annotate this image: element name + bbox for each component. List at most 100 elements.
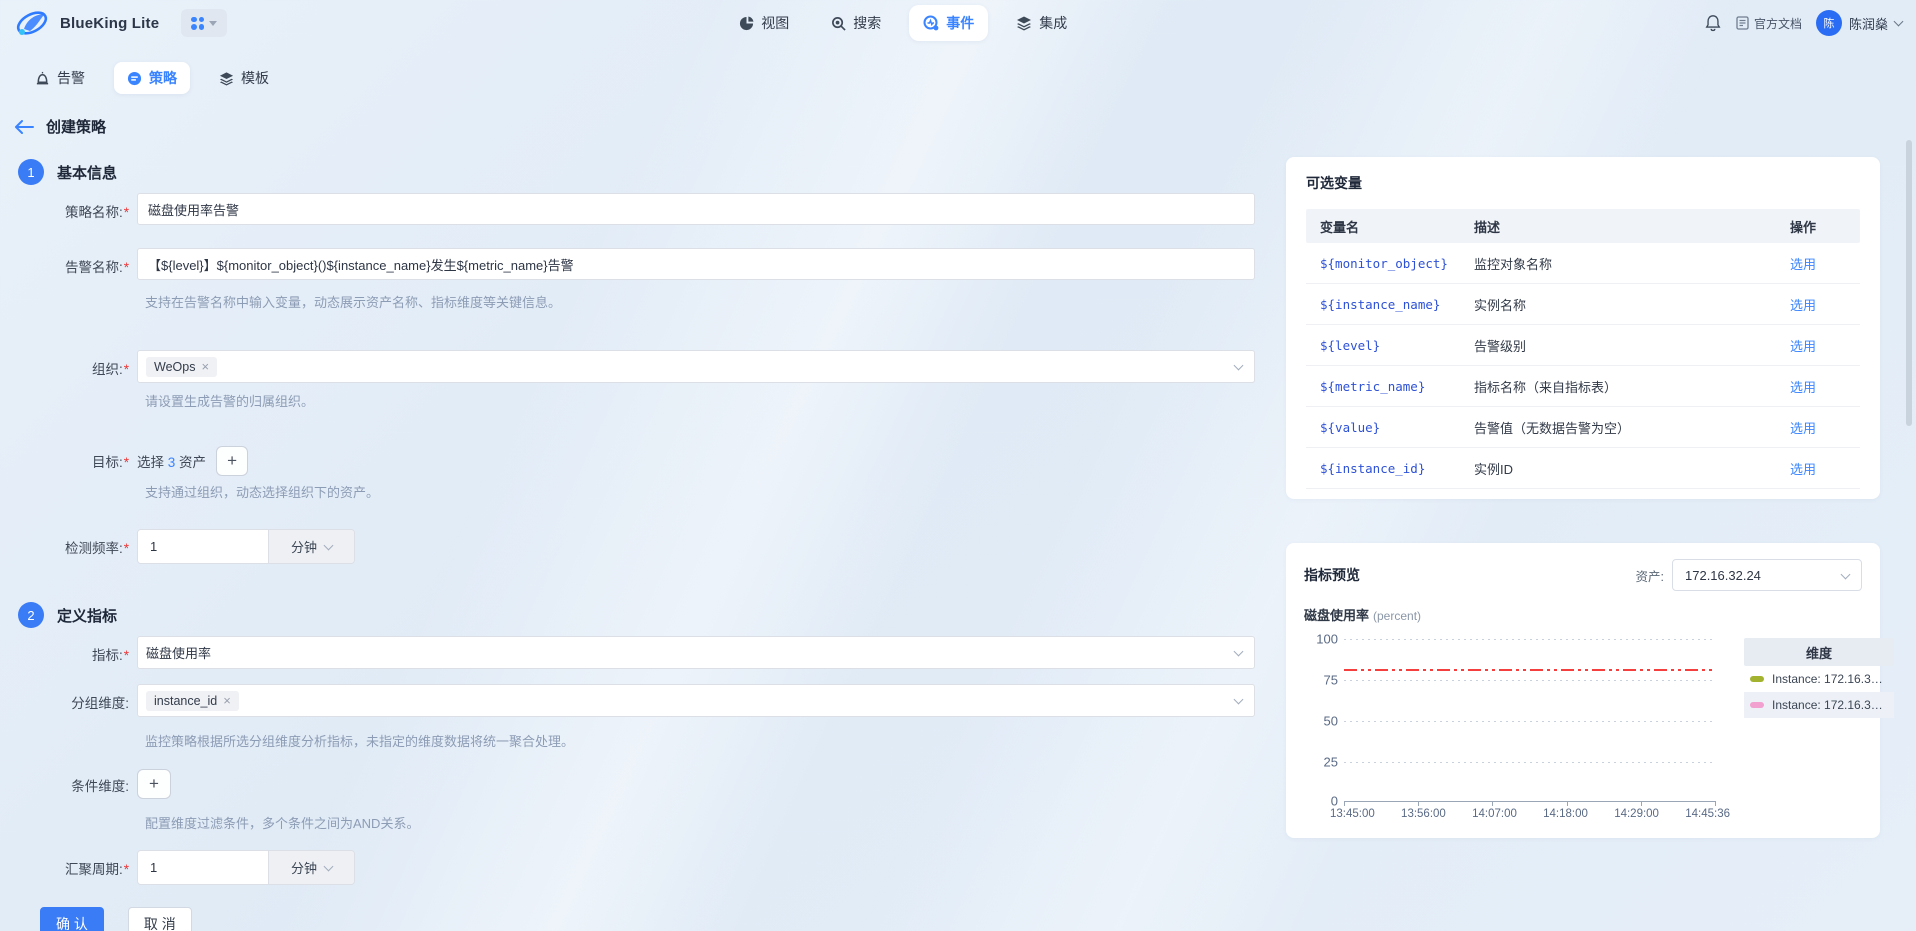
organization-select[interactable]: WeOps × <box>137 350 1255 383</box>
section-title: 定义指标 <box>57 607 118 625</box>
page-scrollbar[interactable] <box>1906 140 1912 426</box>
legend-swatch-pink <box>1750 702 1764 708</box>
use-variable-link[interactable]: 选用 <box>1790 298 1816 313</box>
right-column: 可选变量 变量名 描述 操作 ${monitor_object} 监控对象名称 … <box>1286 157 1894 838</box>
blueking-logo-icon <box>14 7 50 39</box>
group-dimension-select[interactable]: instance_id × <box>137 684 1255 717</box>
plot-area <box>1344 638 1716 806</box>
metric-select[interactable]: 磁盘使用率 <box>137 636 1255 669</box>
field-alert-name: 告警名称:* <box>0 248 1286 280</box>
field-label: 指标:* <box>91 648 129 663</box>
document-icon <box>1736 16 1749 30</box>
app-switcher-button[interactable] <box>181 9 228 37</box>
use-variable-link[interactable]: 选用 <box>1790 421 1816 436</box>
step-number-badge: 1 <box>18 159 44 185</box>
target-summary: 选择 3 资产 <box>137 455 207 470</box>
alert-name-input[interactable] <box>137 248 1255 280</box>
official-docs-link[interactable]: 官方文档 <box>1736 15 1802 32</box>
required-mark: * <box>123 260 129 275</box>
required-mark: * <box>123 648 129 663</box>
confirm-button[interactable]: 确 认 <box>40 907 104 931</box>
frequency-control: 分钟 <box>137 529 355 564</box>
tab-template[interactable]: 模板 <box>206 62 282 94</box>
legend-item[interactable]: Instance: 172.16.32.... <box>1744 692 1894 718</box>
layers-icon <box>219 71 234 86</box>
field-label: 告警名称:* <box>64 260 129 275</box>
variable-row: ${instance_id} 实例ID 选用 <box>1306 448 1860 489</box>
strategy-icon <box>127 71 142 86</box>
x-tick-label: 13:45:00 <box>1330 808 1375 820</box>
variable-name: ${instance_name} <box>1320 296 1441 312</box>
nav-item-label: 事件 <box>946 15 975 31</box>
y-tick-label: 75 <box>1323 672 1338 688</box>
tab-alerts[interactable]: 告警 <box>22 62 98 94</box>
variables-panel-title: 可选变量 <box>1306 175 1362 191</box>
cancel-button[interactable]: 取 消 <box>127 907 192 931</box>
y-axis: 100 75 50 25 0 <box>1304 632 1344 809</box>
avatar: 陈 <box>1815 10 1842 36</box>
frequency-input[interactable] <box>138 530 268 563</box>
apps-grid-icon <box>191 16 205 30</box>
add-condition-button[interactable]: + <box>137 769 171 799</box>
field-condition-dimension: 条件维度: + <box>0 769 1286 799</box>
use-variable-link[interactable]: 选用 <box>1790 339 1816 354</box>
field-group-dimension: 分组维度: instance_id × <box>0 684 1286 717</box>
notification-bell-icon[interactable] <box>1704 14 1722 32</box>
y-tick-label: 50 <box>1323 713 1338 729</box>
y-tick-label: 0 <box>1330 793 1338 809</box>
x-tick-label: 14:07:00 <box>1472 808 1517 820</box>
metric-chart: 100 75 50 25 0 13:45:00 13:56:00 14:07:0… <box>1304 632 1894 820</box>
use-variable-link[interactable]: 选用 <box>1790 462 1816 477</box>
variable-row: ${level} 告警级别 选用 <box>1306 325 1860 366</box>
search-icon <box>831 16 846 31</box>
variable-name: ${level} <box>1320 337 1381 353</box>
variable-desc: 告警级别 <box>1474 338 1527 354</box>
alert-name-help: 支持在告警名称中输入变量，动态展示资产名称、指标维度等关键信息。 <box>145 295 562 310</box>
column-header-action: 操作 <box>1790 219 1817 235</box>
remove-tag-icon[interactable]: × <box>223 694 231 707</box>
variable-name: ${metric_name} <box>1320 378 1426 394</box>
asset-select[interactable]: 172.16.32.24 <box>1672 559 1862 591</box>
chart-legend: 维度 Instance: 172.16.32.... Instance: 172… <box>1744 638 1894 820</box>
nav-item-event[interactable]: 事件 <box>909 5 989 41</box>
variables-table: 变量名 描述 操作 ${monitor_object} 监控对象名称 选用 ${… <box>1306 209 1860 489</box>
nav-item-view[interactable]: 视图 <box>725 5 803 41</box>
chevron-down-icon <box>323 861 334 871</box>
nav-item-integration[interactable]: 集成 <box>1002 5 1081 41</box>
nav-item-search[interactable]: 搜索 <box>817 5 895 41</box>
remove-tag-icon[interactable]: × <box>201 360 209 373</box>
period-input[interactable] <box>138 851 268 884</box>
variable-desc: 告警值（无数据告警为空） <box>1474 420 1631 436</box>
docs-label: 官方文档 <box>1753 16 1802 31</box>
field-target: 目标:* 选择 3 资产 + <box>0 441 1286 476</box>
add-target-button[interactable]: + <box>216 446 249 476</box>
variable-desc: 监控对象名称 <box>1474 256 1553 272</box>
org-tag: WeOps × <box>146 356 218 377</box>
field-aggregation-period: 汇聚周期:* 分钟 <box>0 850 1286 885</box>
legend-label: Instance: 172.16.32.... <box>1772 698 1888 712</box>
optional-variables-panel: 可选变量 变量名 描述 操作 ${monitor_object} 监控对象名称 … <box>1286 157 1880 499</box>
legend-item[interactable]: Instance: 172.16.32.... <box>1744 666 1894 692</box>
event-pulse-icon <box>923 15 939 31</box>
period-control: 分钟 <box>137 850 355 885</box>
tab-strategy[interactable]: 策略 <box>114 62 190 94</box>
use-variable-link[interactable]: 选用 <box>1790 257 1816 272</box>
field-organization: 组织:* WeOps × <box>0 350 1286 383</box>
variable-desc: 实例ID <box>1474 461 1514 477</box>
target-help: 支持通过组织，动态选择组织下的资产。 <box>145 485 380 500</box>
strategy-name-input[interactable] <box>137 193 1255 225</box>
column-header-name: 变量名 <box>1320 219 1360 235</box>
alarm-siren-icon <box>35 71 50 86</box>
user-name: 陈润燊 <box>1848 16 1888 32</box>
target-count[interactable]: 3 <box>168 455 176 470</box>
sub-tabs: 告警 策略 模板 <box>22 62 1916 94</box>
back-arrow-icon[interactable] <box>14 119 34 135</box>
use-variable-link[interactable]: 选用 <box>1790 380 1816 395</box>
period-unit-select[interactable]: 分钟 <box>268 851 354 884</box>
frequency-unit-select[interactable]: 分钟 <box>268 530 354 563</box>
gridline <box>1344 639 1716 640</box>
tab-label: 模板 <box>241 70 269 86</box>
chevron-down-icon <box>1233 694 1244 705</box>
user-menu[interactable]: 陈 陈润燊 <box>1815 10 1904 36</box>
field-metric: 指标:* 磁盘使用率 <box>0 636 1286 669</box>
